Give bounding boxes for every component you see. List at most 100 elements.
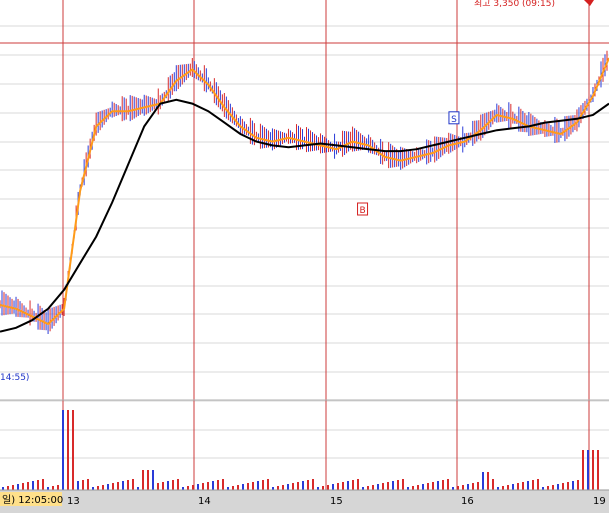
volume-bar (537, 479, 539, 490)
signal-marker-label: S (451, 115, 457, 125)
day-tick-label: 16 (461, 496, 474, 507)
volume-bar (167, 481, 169, 490)
volume-bar (367, 486, 369, 490)
volume-bar (587, 450, 589, 490)
volume-bar (242, 484, 244, 490)
volume-bar (147, 470, 149, 490)
volume-bar (162, 482, 164, 490)
volume-bar (77, 481, 79, 490)
volume-bar (517, 483, 519, 490)
day-tick-label: 14 (198, 496, 211, 507)
signal-marker-label: B (359, 206, 365, 216)
volume-bar (192, 485, 194, 490)
chart-svg: 일) 12:05:00 13 14 15 16 19 14:55) 최고 3,350 (09:… (0, 0, 609, 513)
volume-bar (502, 486, 504, 490)
volume-bar (302, 481, 304, 490)
volume-bar (427, 483, 429, 490)
volume-bar (382, 483, 384, 490)
volume-bar (557, 484, 559, 490)
volume-bar (522, 482, 524, 490)
volume-bar (12, 485, 14, 490)
volume-bar (432, 482, 434, 490)
volume-bar (472, 483, 474, 490)
volume-bar (582, 450, 584, 490)
volume-bar (307, 480, 309, 490)
volume-bar (597, 450, 599, 490)
volume-bar (252, 482, 254, 490)
volume-bar (32, 481, 34, 490)
volume-bar (352, 480, 354, 490)
volume-bar (62, 410, 64, 490)
volume-bar (547, 486, 549, 490)
volume-bar (482, 472, 484, 490)
volume-bar (282, 485, 284, 490)
volume-bar (17, 484, 19, 490)
day-tick-label: 13 (67, 496, 80, 507)
volume-bar (102, 485, 104, 490)
volume-bar (332, 484, 334, 490)
volume-bar (357, 479, 359, 490)
volume-bar (467, 484, 469, 490)
volume-bar (247, 483, 249, 490)
day-tick-label: 19 (593, 496, 606, 507)
volume-bar (72, 410, 74, 490)
volume-bar (417, 485, 419, 490)
volume-bar (172, 480, 174, 490)
volume-bar (152, 470, 154, 490)
volume-bar (387, 482, 389, 490)
volume-bar (197, 484, 199, 490)
volume-bar (422, 484, 424, 490)
volume-bar (262, 480, 264, 490)
volume-bar (157, 483, 159, 490)
volume-bar (42, 479, 44, 490)
volume-bar (82, 480, 84, 490)
volume-bar (327, 485, 329, 490)
volume-bar (447, 479, 449, 490)
volume-bar (322, 486, 324, 490)
volume-bar (342, 482, 344, 490)
volume-bar (392, 481, 394, 490)
volume-bar (492, 479, 494, 490)
volume-bar (217, 480, 219, 490)
volume-bar (292, 483, 294, 490)
volume-bar (177, 479, 179, 490)
volume-bar (277, 486, 279, 490)
volume-bar (97, 486, 99, 490)
start-time-label: 일) 12:05:00 (2, 494, 63, 506)
volume-bar (237, 485, 239, 490)
volume-bar (512, 484, 514, 490)
volume-bar (207, 482, 209, 490)
volume-bar (57, 485, 59, 490)
volume-bar (267, 479, 269, 490)
volume-bar (257, 481, 259, 490)
volume-bar (527, 481, 529, 490)
volume-bar (437, 481, 439, 490)
volume-bar (347, 481, 349, 490)
top-high-label: 최고 3,350 (09:15) (474, 0, 555, 9)
volume-bar (112, 483, 114, 490)
volume-bar (232, 486, 234, 490)
volume-bar (312, 479, 314, 490)
volume-bar (87, 479, 89, 490)
left-time-label: 14:55) (0, 373, 29, 383)
volume-bar (487, 472, 489, 490)
volume-bar (22, 483, 24, 490)
volume-bar (27, 482, 29, 490)
volume-bar (567, 482, 569, 490)
volume-bar (107, 484, 109, 490)
volume-bar (122, 481, 124, 490)
volume-bar (592, 450, 594, 490)
volume-bar (187, 486, 189, 490)
volume-bar (507, 485, 509, 490)
volume-bar (372, 485, 374, 490)
volume-bar (377, 484, 379, 490)
volume-bar (222, 479, 224, 490)
chart-root: 일) 12:05:00 13 14 15 16 19 14:55) 최고 3,350 (09:… (0, 0, 609, 513)
volume-bar (212, 481, 214, 490)
volume-bar (67, 410, 69, 490)
volume-bar (117, 482, 119, 490)
volume-bar (462, 485, 464, 490)
volume-bar (562, 483, 564, 490)
volume-bar (52, 486, 54, 490)
volume-bar (287, 484, 289, 490)
